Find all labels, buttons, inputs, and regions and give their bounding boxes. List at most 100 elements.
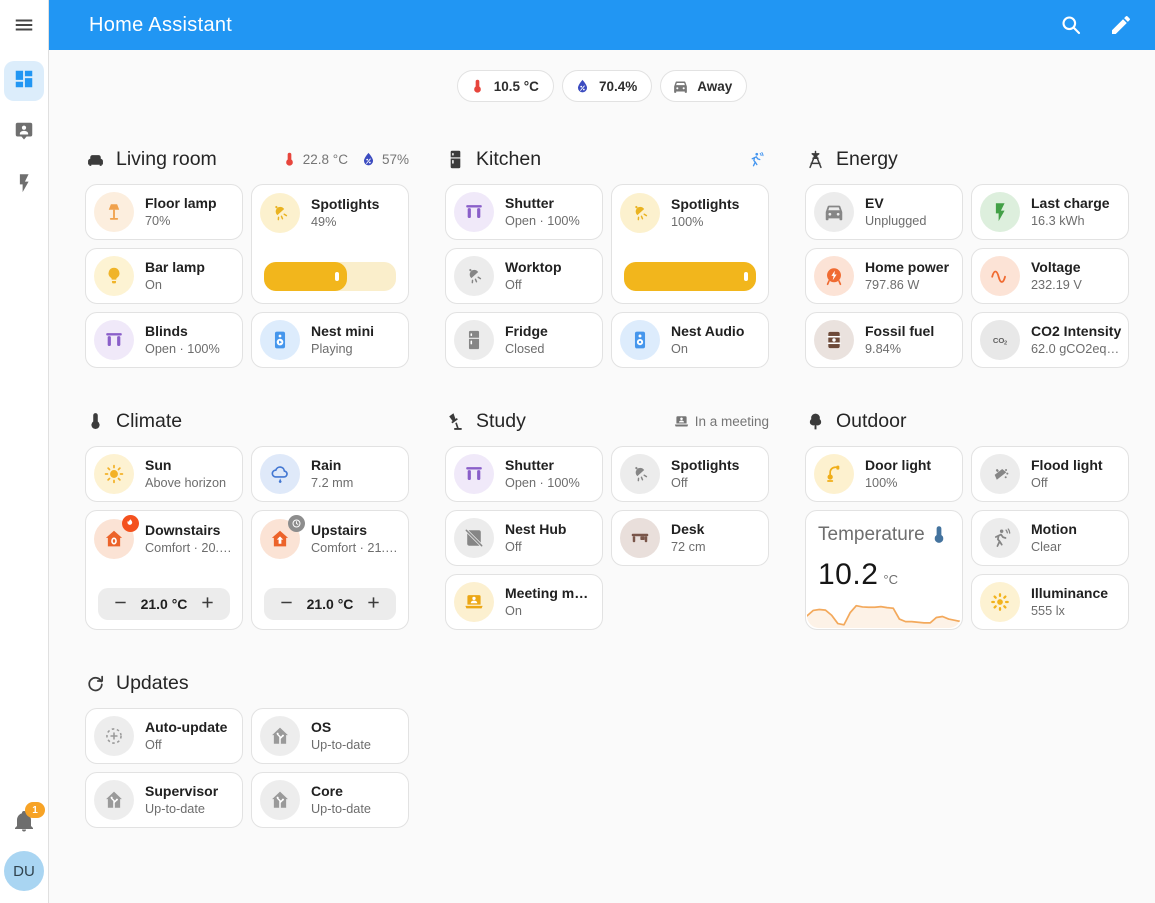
edit-icon[interactable] [1109,13,1133,37]
card-door-light[interactable]: Door light100% [805,446,963,502]
card-shutter[interactable]: ShutterOpen · 100% [445,184,603,240]
target-temperature: 21.0 °C [307,596,354,612]
card-spotlights[interactable]: Spotlights100% [611,184,769,304]
section-title: Outdoor [836,410,906,433]
laptop-person-icon [454,582,494,622]
card-blinds[interactable]: BlindsOpen · 100% [85,312,243,368]
card-text: Desk72 cm [671,520,706,556]
card-text: SpotlightsOff [671,456,739,492]
card-text: UpstairsComfort · 21.7… [311,521,402,557]
entity-name: Spotlights [671,195,739,214]
card-flood-light[interactable]: Flood lightOff [971,446,1129,502]
sidebar-item-energy[interactable] [4,165,44,205]
card-meeting-mode[interactable]: Meeting modeOn [445,574,603,630]
autorenew-dashed-icon [94,716,134,756]
section-meta-in-a-meeting: In a meeting [673,413,769,430]
user-avatar[interactable]: DU [4,851,44,891]
card-illuminance[interactable]: Illuminance555 lx [971,574,1129,630]
entity-name: Auto-update [145,718,227,737]
card-text: SupervisorUp-to-date [145,782,218,818]
card-spotlights[interactable]: Spotlights49% [251,184,409,304]
card-nest-mini[interactable]: Nest miniPlaying [251,312,409,368]
entity-name: Supervisor [145,782,218,801]
chip-away[interactable]: Away [660,70,747,102]
card-bar-lamp[interactable]: Bar lampOn [85,248,243,304]
clock-badge-icon [288,515,305,532]
section-title: Living room [116,148,217,171]
desk-icon [620,518,660,558]
increase-temp-button[interactable] [358,588,390,620]
notifications-button[interactable]: 1 [12,809,36,833]
entity-status: Off [1031,475,1103,492]
entity-name: Fridge [505,322,548,341]
decrease-temp-button[interactable] [270,588,302,620]
entity-name: Spotlights [671,456,739,475]
card-rain[interactable]: Rain7.2 mm [251,446,409,502]
card-os[interactable]: OSUp-to-date [251,708,409,764]
entity-name: Spotlights [311,195,379,214]
chips-row: 10.5 °C70.4%Away [49,70,1155,102]
section-living-room: Living room22.8 °C57% Floor lamp70% Spot… [85,146,409,368]
thermometer-icon [928,524,950,546]
card-floor-lamp[interactable]: Floor lamp70% [85,184,243,240]
card-desk[interactable]: Desk72 cm [611,510,769,566]
card-nest-hub[interactable]: Nest HubOff [445,510,603,566]
sidebar-item-people[interactable] [4,113,44,153]
tree-icon [805,411,826,432]
card-shutter[interactable]: ShutterOpen · 100% [445,446,603,502]
menu-icon[interactable] [0,0,48,50]
card-voltage[interactable]: Voltage232.19 V [971,248,1129,304]
entity-status: 555 lx [1031,603,1108,620]
card-text: SunAbove horizon [145,456,226,492]
card-fossil-fuel[interactable]: Fossil fuel9.84% [805,312,963,368]
entity-status: Up-to-date [311,801,371,818]
brightness-slider[interactable] [624,262,756,291]
card-upstairs[interactable]: UpstairsComfort · 21.7… 21.0 °C [251,510,409,630]
card-co2-intensity[interactable]: CO2 CO2 Intensity62.0 gCO2eq/… [971,312,1129,368]
increase-temp-button[interactable] [192,588,224,620]
card-core[interactable]: CoreUp-to-date [251,772,409,828]
entity-name: Illuminance [1031,584,1108,603]
decrease-temp-button[interactable] [104,588,136,620]
meta-text: 22.8 °C [303,152,348,167]
card-last-charge[interactable]: Last charge16.3 kWh [971,184,1129,240]
entity-status: 100% [671,214,739,231]
card-temperature-sensor[interactable]: Temperature 10.2°C [805,510,963,630]
wall-light-icon [814,454,854,494]
dashboard-content: 10.5 °C70.4%Away Living room22.8 °C57% F… [49,50,1155,903]
card-home-power[interactable]: Home power797.86 W [805,248,963,304]
ceiling-spot-icon [260,193,300,233]
card-text: Flood lightOff [1031,456,1103,492]
card-ev[interactable]: EVUnplugged [805,184,963,240]
chip-10-5-c[interactable]: 10.5 °C [457,70,554,102]
card-fridge[interactable]: FridgeClosed [445,312,603,368]
slider-handle[interactable] [335,272,339,281]
dashboard-column: Energy EVUnplugged Last charge16.3 kWh H… [805,146,1129,828]
brightness-slider[interactable] [264,262,396,291]
sidebar-item-dashboard[interactable] [4,61,44,101]
entity-status: Above horizon [145,475,226,492]
section-header: StudyIn a meeting [445,408,769,434]
search-icon[interactable] [1059,13,1083,37]
chip-70-4[interactable]: 70.4% [562,70,652,102]
card-sun[interactable]: SunAbove horizon [85,446,243,502]
card-downstairs[interactable]: DownstairsComfort · 20.8… 21.0 °C [85,510,243,630]
entity-name: Floor lamp [145,194,217,213]
entity-status: On [505,603,596,620]
slider-handle[interactable] [744,272,748,281]
card-auto-update[interactable]: Auto-updateOff [85,708,243,764]
card-worktop[interactable]: WorktopOff [445,248,603,304]
card-text: Illuminance555 lx [1031,584,1108,620]
card-motion[interactable]: MotionClear [971,510,1129,566]
car-icon [672,78,689,95]
entity-name: Motion [1031,520,1077,539]
entity-status: 797.86 W [865,277,949,294]
card-spotlights[interactable]: SpotlightsOff [611,446,769,502]
card-text: Auto-updateOff [145,718,227,754]
entity-status: 9.84% [865,341,934,358]
card-nest-audio[interactable]: Nest AudioOn [611,312,769,368]
entity-name: Nest Audio [671,322,744,341]
bulb-icon [94,256,134,296]
entity-name: Worktop [505,258,562,277]
card-supervisor[interactable]: SupervisorUp-to-date [85,772,243,828]
